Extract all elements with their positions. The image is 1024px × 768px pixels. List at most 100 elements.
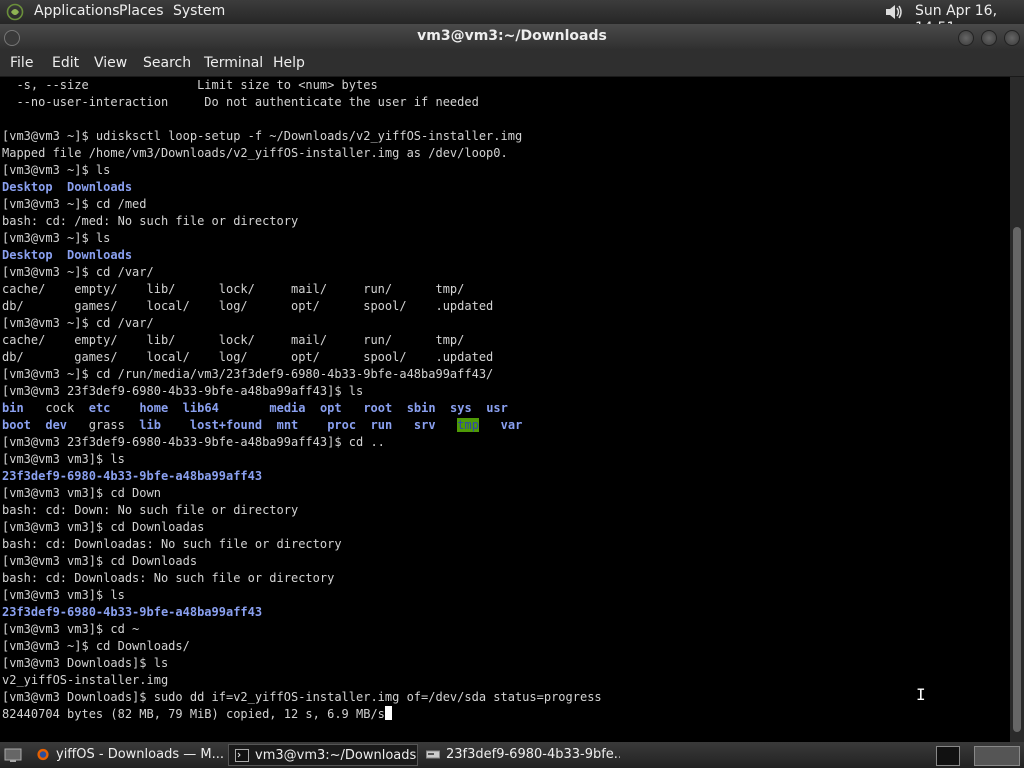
highlighted-directory: tmp xyxy=(457,418,479,432)
line-text: cock xyxy=(23,401,89,415)
line-text: [vm3@vm3 ~]$ cd /med xyxy=(2,197,147,211)
task-drive[interactable]: 23f3def9-6980-4b33-9bfe... xyxy=(420,744,620,766)
terminal-line: Desktop Downloads xyxy=(2,247,602,264)
terminal-line: [vm3@vm3 ~]$ cd /med xyxy=(2,196,602,213)
menu-file[interactable]: File xyxy=(10,55,33,71)
directory-entry: sys xyxy=(450,401,472,415)
line-text: [vm3@vm3 vm3]$ ls xyxy=(2,588,125,602)
terminal-line: [vm3@vm3 23f3def9-6980-4b33-9bfe-a48ba99… xyxy=(2,434,602,451)
terminal-line: [vm3@vm3 vm3]$ ls xyxy=(2,451,602,468)
task-label: vm3@vm3:~/Downloads xyxy=(255,748,417,763)
minimize-icon[interactable] xyxy=(958,30,974,46)
terminal-output[interactable]: -s, --size Limit size to <num> bytes --n… xyxy=(0,77,1010,742)
line-text: grass xyxy=(67,418,140,432)
line-text xyxy=(31,418,45,432)
menubar: File Edit View Search Terminal Help xyxy=(0,50,1024,77)
line-text: [vm3@vm3 ~]$ ls xyxy=(2,231,111,245)
terminal-line: [vm3@vm3 ~]$ udisksctl loop-setup -f ~/D… xyxy=(2,128,602,145)
directory-entry: srv xyxy=(413,418,436,432)
line-text: [vm3@vm3 ~]$ cd /run/media/vm3/23f3def9-… xyxy=(2,367,494,381)
line-text: v2_yiffOS-installer.img xyxy=(2,673,169,687)
line-text xyxy=(436,418,458,432)
line-text: [vm3@vm3 vm3]$ cd Downloadas xyxy=(2,520,205,534)
directory-entry: Desktop xyxy=(2,180,53,194)
directory-entry: lost+found xyxy=(189,418,263,432)
directory-entry: home xyxy=(139,401,169,415)
line-text: --no-user-interaction Do not authenticat… xyxy=(2,95,479,109)
terminal-line: Mapped file /home/vm3/Downloads/v2_yiffO… xyxy=(2,145,602,162)
distro-logo-icon[interactable] xyxy=(6,3,24,21)
show-desktop-icon[interactable] xyxy=(4,747,22,763)
line-text xyxy=(53,180,67,194)
maximize-icon[interactable] xyxy=(981,30,997,46)
terminal-line: bash: cd: Down: No such file or director… xyxy=(2,502,602,519)
firefox-icon xyxy=(37,748,49,761)
line-text xyxy=(479,418,501,432)
terminal-line: -s, --size Limit size to <num> bytes xyxy=(2,77,602,94)
terminal-scrollbar[interactable] xyxy=(1010,77,1024,742)
scrollbar-thumb[interactable] xyxy=(1013,227,1021,732)
line-text xyxy=(306,401,320,415)
mouse-ibeam-cursor: I xyxy=(916,685,926,704)
directory-entry: usr xyxy=(486,401,508,415)
line-text: 82440704 bytes (82 MB, 79 MiB) copied, 1… xyxy=(2,707,385,721)
terminal-line: cache/ empty/ lib/ lock/ mail/ run/ tmp/ xyxy=(2,281,602,298)
terminal-line: db/ games/ local/ log/ opt/ spool/ .upda… xyxy=(2,349,602,366)
close-icon[interactable] xyxy=(1004,30,1020,46)
line-text: bash: cd: Down: No such file or director… xyxy=(2,503,299,517)
window-titlebar[interactable]: vm3@vm3:~/Downloads xyxy=(0,24,1024,50)
applications-menu[interactable]: Applications xyxy=(34,3,120,20)
terminal-line: v2_yiffOS-installer.img xyxy=(2,672,602,689)
line-text xyxy=(161,418,190,432)
directory-entry: 23f3def9-6980-4b33-9bfe-a48ba99aff43 xyxy=(2,605,263,619)
terminal-line: [vm3@vm3 ~]$ cd /run/media/vm3/23f3def9-… xyxy=(2,366,602,383)
workspace-switcher[interactable] xyxy=(974,746,1020,766)
task-firefox[interactable]: yiffOS - Downloads — M... xyxy=(30,744,226,766)
line-text: [vm3@vm3 ~]$ udisksctl loop-setup -f ~/D… xyxy=(2,129,523,143)
line-text: [vm3@vm3 ~]$ cd Downloads/ xyxy=(2,639,190,653)
directory-entry: media xyxy=(269,401,306,415)
line-text xyxy=(356,418,370,432)
line-text xyxy=(219,401,270,415)
tray-terminal-icon[interactable] xyxy=(936,746,960,766)
line-text xyxy=(262,418,276,432)
line-text: [vm3@vm3 23f3def9-6980-4b33-9bfe-a48ba99… xyxy=(2,435,385,449)
menu-view[interactable]: View xyxy=(94,55,127,71)
menu-terminal[interactable]: Terminal xyxy=(204,55,263,71)
task-terminal[interactable]: vm3@vm3:~/Downloads xyxy=(228,744,418,766)
line-text: db/ games/ local/ log/ opt/ spool/ .upda… xyxy=(2,299,494,313)
menu-edit[interactable]: Edit xyxy=(52,55,79,71)
terminal-line: 23f3def9-6980-4b33-9bfe-a48ba99aff43 xyxy=(2,604,602,621)
terminal-line: [vm3@vm3 ~]$ cd /var/ xyxy=(2,315,602,332)
directory-entry: Desktop xyxy=(2,248,53,262)
terminal-line: [vm3@vm3 vm3]$ ls xyxy=(2,587,602,604)
line-text: [vm3@vm3 Downloads]$ sudo dd if=v2_yiffO… xyxy=(2,690,602,704)
line-text: cache/ empty/ lib/ lock/ mail/ run/ tmp/ xyxy=(2,333,465,347)
system-menu[interactable]: System xyxy=(173,3,225,20)
directory-entry: opt xyxy=(319,401,342,415)
line-text: bash: cd: Downloadas: No such file or di… xyxy=(2,537,342,551)
line-text: cache/ empty/ lib/ lock/ mail/ run/ tmp/ xyxy=(2,282,465,296)
line-text: -s, --size Limit size to <num> bytes xyxy=(2,78,378,92)
drive-icon xyxy=(426,750,440,759)
terminal-line: bash: cd: Downloads: No such file or dir… xyxy=(2,570,602,587)
directory-entry: dev xyxy=(45,418,68,432)
line-text xyxy=(110,401,139,415)
places-menu[interactable]: Places xyxy=(119,3,164,20)
line-text xyxy=(472,401,486,415)
terminal-line: [vm3@vm3 vm3]$ cd Downloadas xyxy=(2,519,602,536)
terminal-line: bash: cd: /med: No such file or director… xyxy=(2,213,602,230)
terminal-line: bin cock etc home lib64 media opt root s… xyxy=(2,400,602,417)
terminal-line: [vm3@vm3 ~]$ ls xyxy=(2,162,602,179)
line-text: [vm3@vm3 ~]$ ls xyxy=(2,163,111,177)
menu-help[interactable]: Help xyxy=(273,55,305,71)
volume-icon[interactable] xyxy=(884,3,904,21)
line-text xyxy=(298,418,327,432)
terminal-line: boot dev grass lib lost+found mnt proc r… xyxy=(2,417,602,434)
line-text: [vm3@vm3 Downloads]$ ls xyxy=(2,656,169,670)
menu-search[interactable]: Search xyxy=(143,55,191,71)
terminal-line: [vm3@vm3 vm3]$ cd Down xyxy=(2,485,602,502)
directory-entry: root xyxy=(363,401,393,415)
terminal-line: cache/ empty/ lib/ lock/ mail/ run/ tmp/ xyxy=(2,332,602,349)
